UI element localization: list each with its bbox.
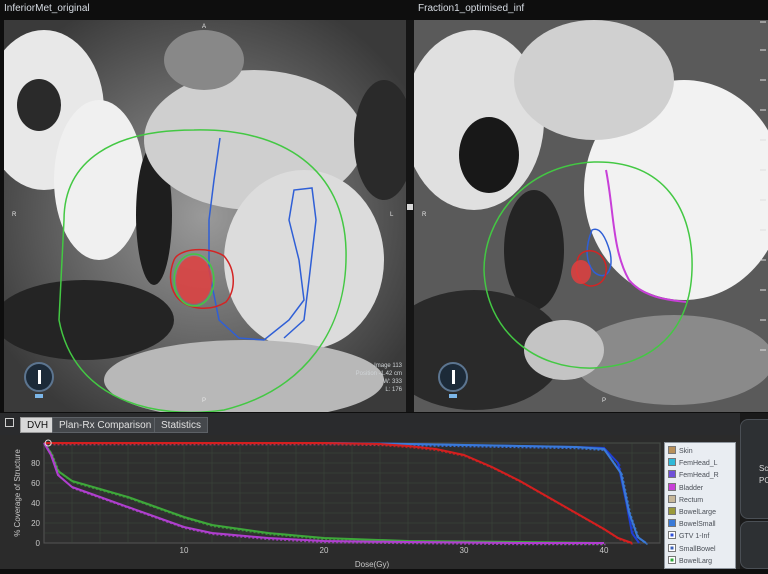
y-tick-label: 80: [31, 459, 40, 468]
structure-legend: Skin FemHead_L FemHead_R Bladder Rectum Bowel…: [664, 442, 736, 569]
tab-statistics[interactable]: Statistics: [154, 417, 209, 433]
legend-item[interactable]: Bladder: [668, 482, 704, 493]
tab-dvh[interactable]: DVH: [20, 417, 56, 433]
x-tick-label: 40: [600, 546, 609, 555]
window-level-icon: [451, 370, 455, 384]
side-panel-label-1: Sc: [759, 464, 768, 473]
legend-item[interactable]: Skin: [668, 446, 693, 456]
legend-label: GTV 1-Inf: [679, 533, 710, 541]
checkbox-icon[interactable]: [668, 482, 676, 491]
x-tick-label: 10: [180, 546, 189, 555]
legend-label: FemHead_L: [679, 460, 718, 468]
window-level-button[interactable]: [438, 362, 468, 398]
right-mri-image: [414, 20, 768, 412]
viewer-splitter[interactable]: [406, 20, 414, 412]
legend-label: FemHead_R: [679, 472, 719, 480]
orientation-left: L: [390, 212, 394, 218]
checkbox-checked-icon[interactable]: [668, 543, 676, 552]
legend-label: Skin: [679, 448, 693, 455]
window-level: L: 176: [385, 387, 402, 393]
y-axis-label: % Coverage of Structure: [13, 449, 22, 537]
y-tick-label: 0: [36, 539, 41, 548]
dvh-chart-area: 10 20 30 40 0 20 40 60 80 Dose(Gy) % Coverage of S…: [0, 435, 740, 569]
legend-item[interactable]: Rectum: [668, 494, 704, 505]
left-image-viewer[interactable]: A R L P Image 113 Position -1.42 cm W: 3…: [4, 20, 406, 412]
checkbox-icon[interactable]: [668, 458, 676, 467]
y-tick-label: 40: [31, 499, 40, 508]
legend-item[interactable]: GTV 1-Inf: [668, 531, 709, 541]
checkbox-icon[interactable]: [668, 507, 676, 515]
window-level-icon: [37, 370, 41, 384]
left-mri-image: [4, 20, 406, 412]
side-panel-label-2: PC: [759, 476, 768, 485]
left-viewer-title: InferiorMet_original: [4, 3, 90, 14]
checkbox-icon[interactable]: [668, 494, 676, 503]
legend-label: SmallBowel: [679, 545, 716, 553]
legend-item[interactable]: SmallBowel: [668, 543, 716, 554]
checkbox-checked-icon[interactable]: [668, 555, 676, 564]
legend-label: BowelLarge: [679, 509, 716, 516]
legend-label: Rectum: [679, 496, 704, 504]
y-tick-label: 60: [31, 479, 40, 488]
side-panel: Sc PC: [740, 413, 768, 569]
analysis-tab-bar: DVH Plan-Rx Comparison Statistics: [0, 413, 740, 435]
legend-item[interactable]: BowelSmall: [668, 519, 716, 529]
x-axis-label: Dose(Gy): [355, 560, 390, 569]
image-number: Image 113: [374, 363, 402, 369]
y-tick-label: 20: [31, 519, 40, 528]
checkbox-icon[interactable]: [668, 519, 676, 528]
legend-item[interactable]: BowelLarg: [668, 555, 713, 566]
legend-label: Bladder: [679, 484, 704, 492]
checkbox-icon[interactable]: [668, 446, 676, 454]
checkbox-checked-icon[interactable]: [668, 531, 676, 540]
splitter-handle-icon[interactable]: [407, 204, 413, 210]
tab-plan-rx-comparison[interactable]: Plan-Rx Comparison: [52, 417, 159, 433]
orientation-posterior: P: [602, 398, 607, 404]
dvh-chart: 10 20 30 40 0 20 40 60 80 Dose(Gy) % Coverage of S…: [13, 439, 661, 569]
legend-item[interactable]: FemHead_L: [668, 458, 718, 468]
image-info: Image 113 Position -1.42 cm W: 333 L: 17…: [356, 362, 402, 394]
image-position: Position -1.42 cm: [355, 371, 402, 377]
legend-label: BowelSmall: [679, 521, 716, 529]
orientation-anterior: A: [202, 24, 207, 30]
x-tick-label: 30: [460, 546, 469, 555]
x-tick-label: 20: [320, 546, 329, 555]
side-panel-button[interactable]: Sc PC: [740, 419, 768, 519]
window-level-button[interactable]: [24, 362, 54, 398]
orientation-right: R: [12, 212, 17, 218]
legend-item[interactable]: FemHead_R: [668, 470, 719, 480]
right-viewer-title: Fraction1_optimised_inf: [418, 3, 525, 14]
legend-label: BowelLarg: [679, 557, 713, 565]
side-panel-button-2[interactable]: [740, 521, 768, 569]
checkbox-icon[interactable]: [668, 470, 676, 479]
orientation-posterior: P: [202, 398, 207, 404]
orientation-right: R: [422, 212, 427, 218]
legend-item[interactable]: BowelLarge: [668, 507, 716, 517]
expand-panel-icon[interactable]: [5, 418, 14, 427]
window-width: W: 333: [383, 379, 402, 385]
right-image-viewer[interactable]: R P: [414, 20, 768, 412]
